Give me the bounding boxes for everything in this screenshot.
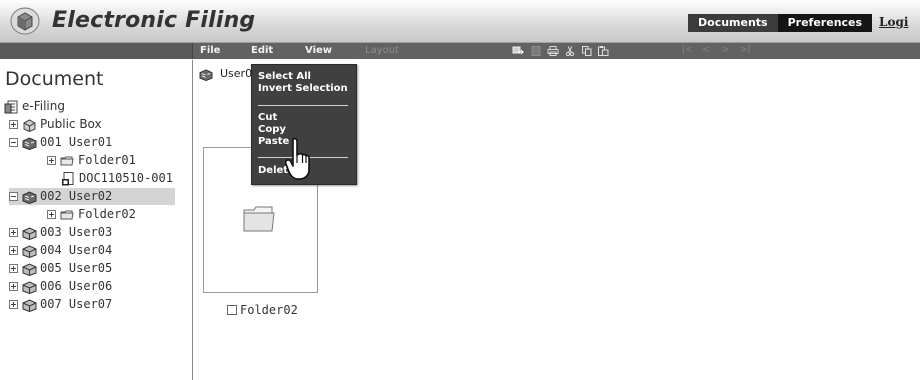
menu-item-select-all[interactable]: Select All [258, 71, 311, 82]
user-box-icon [22, 262, 37, 276]
expand-icon[interactable] [9, 282, 18, 291]
move-icon[interactable] [512, 46, 524, 56]
document-icon [62, 171, 74, 185]
menu-view[interactable]: View [305, 43, 332, 59]
item-label[interactable]: Folder02 [240, 303, 298, 317]
app-title: Electronic Filing [52, 8, 256, 33]
menu-item-copy[interactable]: Copy [258, 124, 286, 135]
first-page-icon: |< [682, 45, 693, 55]
tree-node-label: Folder01 [78, 153, 136, 167]
user-box-icon [22, 190, 37, 204]
tab-preferences[interactable]: Preferences [777, 14, 873, 32]
login-link[interactable]: Logi [879, 15, 908, 29]
tree-node-folder02[interactable]: Folder02 [47, 206, 136, 223]
tree-node-label: 004 User04 [40, 243, 113, 257]
tree-node-user06[interactable]: 006 User06 [9, 278, 112, 295]
menu-bar: File Edit View Layout |< < > >| [0, 43, 920, 59]
expand-icon[interactable] [47, 156, 56, 165]
tree-node-label: DOC110510-001 [79, 171, 173, 185]
header-bar: Electronic Filing Documents Preferences … [0, 0, 920, 43]
expand-icon[interactable] [9, 228, 18, 237]
sidebar: Document e-Filing Public Box 001 User01 … [0, 60, 193, 380]
cube-logo-icon [10, 7, 40, 35]
tree-node-user02[interactable]: 002 User02 [9, 188, 175, 205]
tree-node-label: 002 User02 [40, 189, 113, 203]
tab-documents[interactable]: Documents [688, 14, 778, 32]
folder-icon [60, 156, 74, 165]
efiling-icon [4, 100, 18, 113]
expand-icon[interactable] [9, 120, 18, 129]
expand-icon[interactable] [9, 264, 18, 273]
tree-node-label: 001 User01 [40, 135, 113, 149]
menu-item-invert-selection[interactable]: Invert Selection [258, 83, 348, 94]
tree-node-doc110510-001[interactable]: DOC110510-001 [61, 170, 173, 187]
tree-node-label: Public Box [40, 117, 102, 131]
menu-file[interactable]: File [200, 43, 220, 59]
tree-node-label: 007 User07 [40, 297, 113, 311]
prev-page-icon: < [702, 45, 710, 55]
user-box-icon [22, 244, 37, 258]
item-checkbox[interactable] [227, 305, 237, 315]
menu-item-cut[interactable]: Cut [258, 112, 277, 123]
copy-icon[interactable] [582, 46, 592, 56]
tree-node-user01[interactable]: 001 User01 [9, 134, 112, 151]
blank-doc-icon[interactable] [531, 46, 541, 56]
folder-icon [60, 210, 74, 219]
user-box-icon [22, 136, 37, 150]
tree-node-label: 005 User05 [40, 261, 113, 275]
tree-node-label: 003 User03 [40, 225, 113, 239]
tree-node-user04[interactable]: 004 User04 [9, 242, 112, 259]
cut-icon[interactable] [565, 46, 575, 56]
user-box-icon [22, 280, 37, 294]
tree-node-user03[interactable]: 003 User03 [9, 224, 112, 241]
top-tabs: Documents Preferences [688, 14, 873, 32]
tree-node-public-box[interactable]: Public Box [9, 116, 102, 133]
print-icon[interactable] [547, 46, 559, 56]
menu-separator [258, 105, 348, 106]
box-icon [23, 118, 36, 132]
tree-node-label: Folder02 [78, 207, 136, 221]
tree-node-label: e-Filing [22, 99, 65, 113]
tree-node-label: 006 User06 [40, 279, 113, 293]
last-page-icon: >| [740, 45, 751, 55]
menu-layout: Layout [365, 45, 399, 56]
current-path: User0 [220, 67, 253, 80]
user-box-icon [22, 226, 37, 240]
next-page-icon: > [722, 45, 730, 55]
menubar-left-spacer [0, 43, 193, 59]
tree-node-folder01[interactable]: Folder01 [47, 152, 136, 169]
tree-node-user07[interactable]: 007 User07 [9, 296, 112, 313]
tree-node-efiling[interactable]: e-Filing [4, 98, 65, 115]
user-box-icon [199, 69, 213, 81]
expand-icon[interactable] [9, 246, 18, 255]
collapse-icon[interactable] [9, 192, 18, 201]
user-box-icon [22, 298, 37, 312]
tree-node-user05[interactable]: 005 User05 [9, 260, 112, 277]
collapse-icon[interactable] [9, 138, 18, 147]
menu-edit[interactable]: Edit [251, 43, 273, 59]
sidebar-heading: Document [5, 68, 104, 90]
folder-icon [243, 206, 275, 232]
paste-icon[interactable] [598, 46, 609, 56]
hand-cursor-icon [285, 137, 310, 180]
expand-icon[interactable] [47, 210, 56, 219]
expand-icon[interactable] [9, 300, 18, 309]
